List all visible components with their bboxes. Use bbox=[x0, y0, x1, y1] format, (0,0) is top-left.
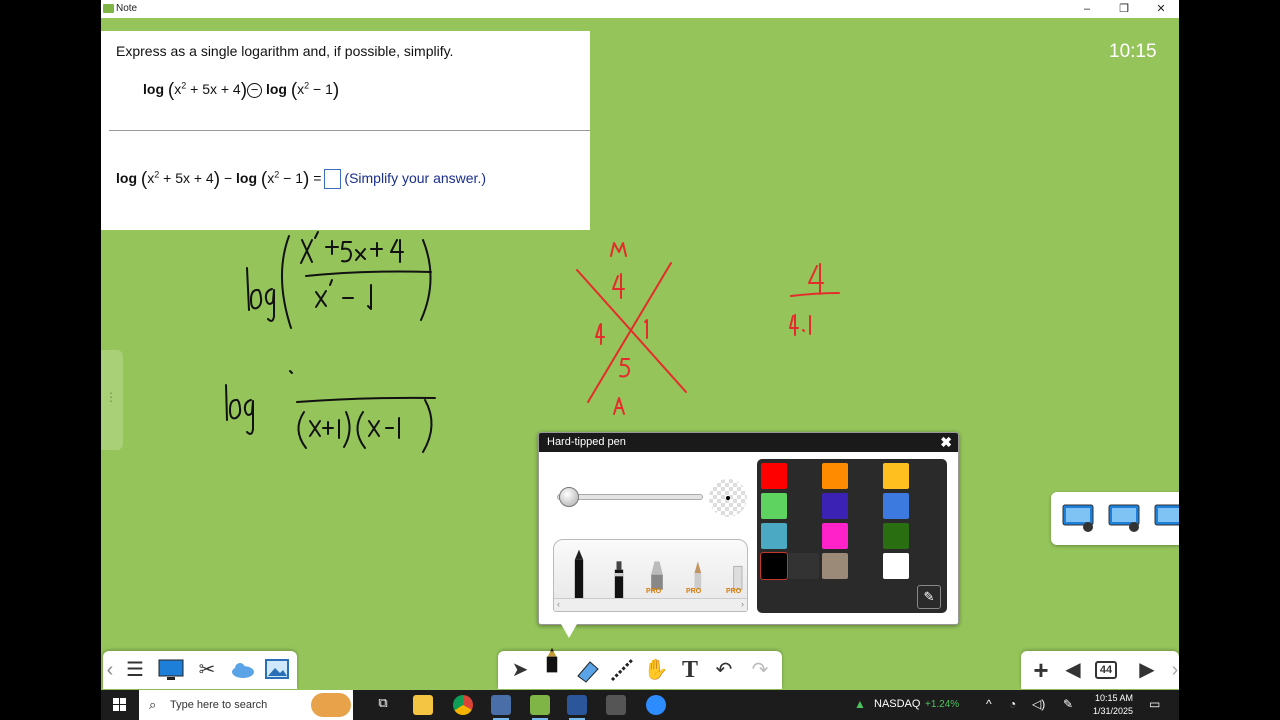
word-icon[interactable] bbox=[567, 695, 587, 720]
pen-panel-title: Hard-tipped pen bbox=[547, 436, 626, 448]
color-swatch[interactable] bbox=[822, 463, 848, 489]
chevron-right-icon[interactable]: › bbox=[1161, 656, 1179, 684]
taskbar-search-box[interactable]: ⌕ Type here to search bbox=[139, 690, 353, 720]
next-page-icon[interactable]: ▶ bbox=[1133, 656, 1161, 684]
side-panel-tab[interactable]: ⋮ bbox=[101, 350, 123, 450]
menu-icon[interactable]: ☰ bbox=[121, 656, 149, 684]
previous-page-icon[interactable]: ◀ bbox=[1059, 656, 1087, 684]
pen-type-tray: PRO PRO PRO ‹ › bbox=[553, 539, 748, 612]
color-swatch-selected[interactable] bbox=[760, 552, 788, 580]
chevron-left-icon[interactable]: ‹ bbox=[103, 656, 117, 684]
hand-icon[interactable]: ✋ bbox=[642, 656, 670, 684]
chevron-left-icon[interactable]: ‹ bbox=[557, 599, 560, 609]
line-icon[interactable] bbox=[608, 656, 636, 684]
file-explorer-icon[interactable] bbox=[413, 695, 433, 715]
color-swatch[interactable] bbox=[822, 523, 848, 549]
center-toolbar: ➤ ✋ T ↶ ↷ bbox=[498, 647, 782, 689]
pencil-icon[interactable] bbox=[564, 548, 594, 598]
phone-app-icon[interactable] bbox=[606, 695, 626, 715]
cloud-icon[interactable] bbox=[229, 656, 257, 684]
monitor-share-icon[interactable] bbox=[1107, 503, 1141, 533]
note-app-window: Note – ❐ ✕ Express as a single logarithm… bbox=[101, 0, 1179, 690]
windows-taskbar: ⌕ Type here to search ⧉ ▲ NASDAQ +1.24% … bbox=[101, 690, 1179, 720]
color-swatch[interactable] bbox=[822, 493, 848, 519]
select-icon[interactable]: ➤ bbox=[506, 656, 534, 684]
redo-icon[interactable]: ↷ bbox=[746, 656, 774, 684]
chevron-up-icon[interactable]: ^ bbox=[986, 697, 992, 711]
pen-width-slider-thumb[interactable] bbox=[559, 487, 579, 507]
eyedropper-icon[interactable]: ✎ bbox=[917, 585, 941, 609]
expand-icon: ⋮ bbox=[105, 390, 117, 404]
tools-icon[interactable]: ✂ bbox=[193, 656, 221, 684]
color-swatch[interactable] bbox=[883, 523, 909, 549]
undo-icon[interactable]: ↶ bbox=[710, 656, 738, 684]
page-number[interactable]: 44 bbox=[1095, 661, 1117, 679]
wifi-icon[interactable]: ◔ bbox=[1009, 697, 1016, 711]
color-palette: ✎ bbox=[757, 459, 947, 613]
windows-start-icon[interactable] bbox=[113, 698, 127, 712]
search-placeholder: Type here to search bbox=[170, 699, 268, 711]
close-icon[interactable]: ✖ bbox=[940, 434, 952, 451]
text-icon[interactable]: T bbox=[676, 656, 704, 684]
marker-pen-icon[interactable] bbox=[604, 548, 634, 598]
page-toolbar: + ◀ 44 ▶ › bbox=[1021, 651, 1179, 689]
color-swatch[interactable] bbox=[883, 493, 909, 519]
calculator-app-icon[interactable] bbox=[491, 695, 511, 720]
stock-chart-icon: ▲ bbox=[854, 697, 866, 711]
display-controls-widget bbox=[1051, 492, 1179, 545]
black-handwriting bbox=[225, 231, 436, 453]
eraser-icon[interactable] bbox=[574, 656, 602, 684]
taskbar-clock[interactable]: 10:15 AM 1/31/2025 bbox=[1091, 692, 1133, 718]
chevron-right-icon[interactable]: › bbox=[741, 599, 744, 609]
taskbar-date: 1/31/2025 bbox=[1092, 706, 1133, 716]
chrome-icon[interactable] bbox=[453, 695, 473, 715]
search-icon: ⌕ bbox=[149, 697, 157, 712]
add-page-icon[interactable]: + bbox=[1027, 656, 1055, 684]
color-swatch[interactable] bbox=[761, 523, 787, 549]
image-icon[interactable] bbox=[263, 656, 291, 684]
stock-change: +1.24% bbox=[925, 699, 960, 710]
task-view-icon[interactable]: ⧉ bbox=[373, 695, 393, 715]
notification-icon[interactable]: ▭ bbox=[1149, 697, 1160, 711]
search-highlight-icon bbox=[311, 693, 351, 717]
pen-tip-preview bbox=[709, 479, 747, 517]
pen-icon[interactable] bbox=[538, 647, 566, 675]
pen-settings-panel: Hard-tipped pen ✖ PRO PRO PRO ‹ › ✎ bbox=[538, 432, 959, 625]
color-swatch[interactable] bbox=[883, 463, 909, 489]
red-handwriting bbox=[576, 242, 840, 415]
volume-icon[interactable]: ◁) bbox=[1032, 697, 1045, 711]
panel-pointer bbox=[561, 624, 577, 638]
stock-name[interactable]: NASDAQ bbox=[874, 698, 920, 710]
monitor-icon[interactable] bbox=[1061, 503, 1095, 533]
color-swatch[interactable] bbox=[761, 493, 787, 519]
zoom-icon[interactable] bbox=[646, 695, 666, 715]
pen-tray-icon[interactable]: ✎ bbox=[1063, 697, 1073, 711]
monitor-freeze-icon[interactable] bbox=[1153, 503, 1179, 533]
pen-panel-header: Hard-tipped pen ✖ bbox=[539, 433, 958, 452]
color-swatch[interactable] bbox=[789, 553, 819, 579]
color-swatch[interactable] bbox=[822, 553, 848, 579]
display-icon[interactable] bbox=[157, 656, 185, 684]
color-swatch[interactable] bbox=[883, 553, 909, 579]
color-swatch[interactable] bbox=[761, 463, 787, 489]
left-toolbar: ‹ ☰ ✂ bbox=[103, 651, 297, 689]
taskbar-time: 10:15 AM bbox=[1094, 693, 1133, 703]
note-app-taskbar-icon[interactable] bbox=[530, 695, 550, 720]
pen-tray-scrollbar[interactable]: ‹ › bbox=[554, 598, 747, 611]
